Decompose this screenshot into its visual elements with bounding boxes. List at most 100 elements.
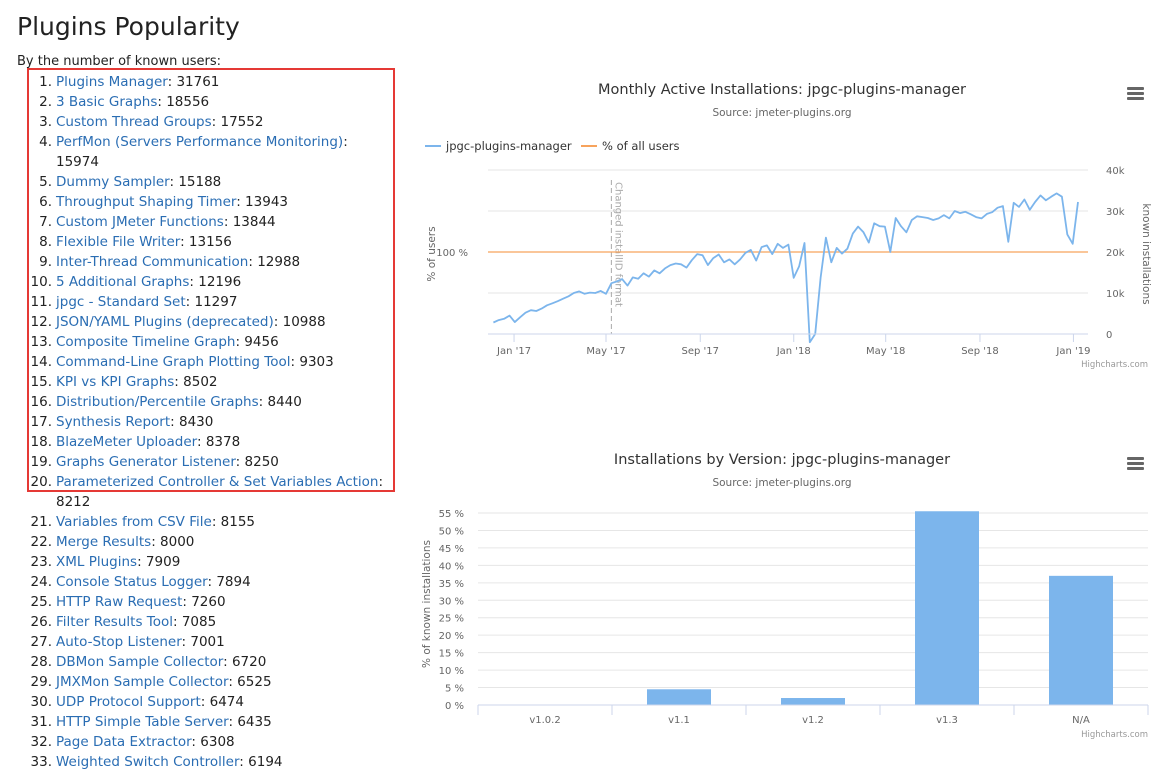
plugin-link[interactable]: Page Data Extractor (56, 734, 191, 750)
plugin-link[interactable]: Composite Timeline Graph (56, 334, 235, 350)
plugin-link[interactable]: Console Status Logger (56, 574, 208, 590)
plugin-colon: : (223, 214, 233, 230)
x-tick-label: v1.2 (802, 715, 824, 726)
plugin-link[interactable]: Dummy Sampler (56, 174, 169, 190)
plugin-rank: 11. (30, 294, 52, 310)
plugin-link[interactable]: XML Plugins (56, 554, 137, 570)
credits[interactable]: Highcharts.com (1081, 730, 1148, 740)
plugin-entry: Console Status Logger: 7894 (56, 572, 389, 592)
plugin-list-item: 13. Composite Timeline Graph: 9456 (17, 332, 389, 352)
plugin-entry: jpgc - Standard Set: 11297 (56, 292, 389, 312)
plugin-entry: JMXMon Sample Collector: 6525 (56, 672, 389, 692)
plugin-link[interactable]: KPI vs KPI Graphs (56, 374, 174, 390)
bar[interactable] (915, 511, 979, 705)
plugin-rank: 31. (30, 714, 52, 730)
plugin-list-item: 30. UDP Protocol Support: 6474 (17, 692, 389, 712)
plugin-users: 8440 (267, 394, 302, 410)
plugin-link[interactable]: PerfMon (Servers Performance Monitoring) (56, 134, 343, 150)
x-tick-label: Jan '19 (1055, 346, 1090, 357)
plugin-link[interactable]: JMXMon Sample Collector (56, 674, 228, 690)
bar[interactable] (781, 698, 845, 705)
plugin-link[interactable]: Variables from CSV File (56, 514, 212, 530)
plugin-users: 13943 (245, 194, 288, 210)
plugin-link[interactable]: Weighted Switch Controller (56, 754, 239, 770)
plugin-link[interactable]: Plugins Manager (56, 74, 168, 90)
plugin-link[interactable]: 3 Basic Graphs (56, 94, 157, 110)
plugin-entry: Variables from CSV File: 8155 (56, 512, 389, 532)
plugin-users: 17552 (220, 114, 264, 130)
plugin-colon: : (200, 694, 210, 710)
plugin-link[interactable]: Custom JMeter Functions (56, 214, 224, 230)
plugin-entry: 3 Basic Graphs: 18556 (56, 92, 389, 112)
plugin-colon: : (174, 374, 184, 390)
x-axis: v1.0.2 v1.1 v1.2 v1.3 N/A (477, 704, 1149, 726)
credits[interactable]: Highcharts.com (1081, 360, 1148, 370)
plugin-link[interactable]: Merge Results (56, 534, 151, 550)
plugin-rank: 17. (30, 414, 52, 430)
plugin-colon: : (273, 314, 283, 330)
legend-item-series[interactable]: jpgc-plugins-manager (425, 139, 572, 153)
plugin-rank: 13. (30, 334, 52, 350)
bar[interactable] (647, 689, 711, 705)
plugin-link[interactable]: Flexible File Writer (56, 234, 180, 250)
plugin-link[interactable]: Command-Line Graph Plotting Tool (56, 354, 291, 370)
plugin-link[interactable]: BlazeMeter Uploader (56, 434, 197, 450)
page-title: Plugins Popularity (17, 12, 240, 41)
plugin-colon: : (235, 454, 245, 470)
plugin-users: 15188 (178, 174, 222, 190)
plugin-link[interactable]: DBMon Sample Collector (56, 654, 223, 670)
plugin-colon: : (151, 534, 161, 550)
plugin-list-item: 2. 3 Basic Graphs: 18556 (17, 92, 389, 112)
chart-menu-icon[interactable] (1127, 457, 1144, 471)
plugin-link[interactable]: Parameterized Controller & Set Variables… (56, 474, 378, 490)
plugin-link[interactable]: Graphs Generator Listener (56, 454, 236, 470)
plugin-link[interactable]: UDP Protocol Support (56, 694, 201, 710)
plugin-colon: : (235, 334, 245, 350)
x-tick-label: May '18 (866, 346, 905, 357)
plugin-link[interactable]: Distribution/Percentile Graphs (56, 394, 259, 410)
plugin-list-item: 17. Synthesis Report: 8430 (17, 412, 389, 432)
plugin-rank: 19. (30, 454, 52, 470)
plugin-rank: 16. (30, 394, 52, 410)
legend-item-percent[interactable]: % of all users (581, 139, 680, 153)
chart-title: Monthly Active Installations: jpgc-plugi… (598, 82, 966, 98)
y-tick-label: 25 % (439, 614, 464, 625)
plugin-rank: 12. (30, 314, 52, 330)
plugin-link[interactable]: Synthesis Report (56, 414, 170, 430)
plugin-users: 8378 (205, 434, 241, 450)
plugin-link[interactable]: Throughput Shaping Timer (56, 194, 236, 210)
plugin-entry: Page Data Extractor: 6308 (56, 732, 389, 752)
plugin-entry: Custom Thread Groups: 17552 (56, 112, 389, 132)
plugin-list-item: 31. HTTP Simple Table Server: 6435 (17, 712, 389, 732)
plugin-colon: : (182, 594, 192, 610)
bar[interactable] (1049, 575, 1113, 705)
plugin-rank: 32. (30, 734, 52, 750)
legend-label: jpgc-plugins-manager (445, 139, 572, 153)
plugin-link[interactable]: jpgc - Standard Set (56, 294, 186, 310)
plugin-entry: PerfMon (Servers Performance Monitoring)… (56, 132, 389, 172)
plugin-link[interactable]: Inter-Thread Communication (56, 254, 248, 270)
plugin-users: 6194 (248, 754, 283, 770)
plugin-link[interactable]: Filter Results Tool (56, 614, 173, 630)
y-tick-label: 30 % (439, 596, 464, 607)
plugin-link[interactable]: JSON/YAML Plugins (deprecated) (56, 314, 274, 330)
plugin-entry: Plugins Manager: 31761 (56, 72, 389, 92)
plugin-colon: : (197, 434, 206, 450)
plugin-link[interactable]: Auto-Stop Listener (56, 634, 182, 650)
plugin-link[interactable]: HTTP Simple Table Server (56, 714, 228, 730)
plugin-rank: 24. (30, 574, 52, 590)
plugin-link[interactable]: Custom Thread Groups (56, 114, 212, 130)
plugin-users: 6525 (237, 674, 272, 690)
plugin-link[interactable]: HTTP Raw Request (56, 594, 182, 610)
plugin-users: 9303 (299, 354, 334, 370)
plugin-users: 18556 (166, 94, 210, 110)
y-tick-label: 0 (1106, 330, 1112, 341)
plugin-entry: XML Plugins: 7909 (56, 552, 389, 572)
y-tick-label: 20k (1106, 248, 1125, 259)
plugin-entry: 5 Additional Graphs: 12196 (56, 272, 389, 292)
chart-menu-icon[interactable] (1127, 87, 1144, 101)
plugin-link[interactable]: 5 Additional Graphs (56, 274, 189, 290)
plugin-users: 9456 (244, 334, 279, 350)
plugin-list-item: 3. Custom Thread Groups: 17552 (17, 112, 389, 132)
y-tick-label: 0 % (445, 701, 464, 712)
